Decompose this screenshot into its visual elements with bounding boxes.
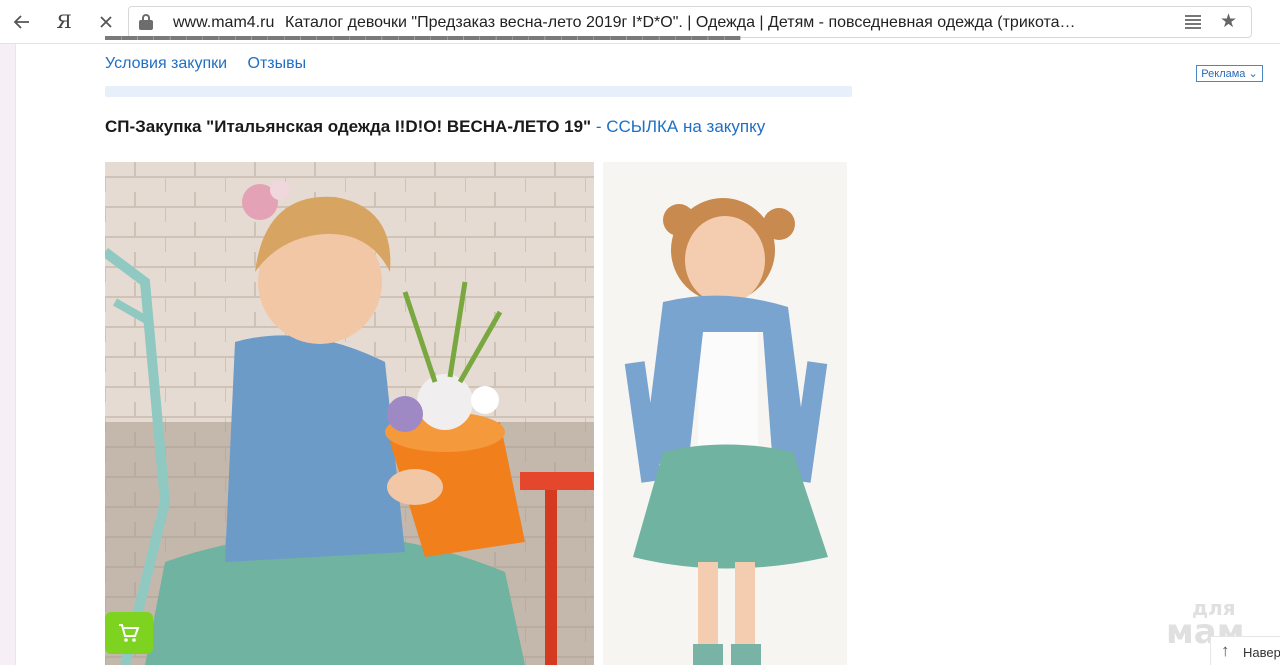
info-strip bbox=[105, 86, 852, 97]
product-photo-2[interactable] bbox=[603, 162, 847, 665]
yandex-button[interactable]: Я bbox=[50, 8, 78, 36]
star-icon[interactable]: ★ bbox=[1220, 10, 1237, 33]
back-button[interactable] bbox=[8, 8, 36, 36]
close-icon bbox=[100, 16, 112, 28]
page-title: Каталог девочки "Предзаказ весна-лето 20… bbox=[285, 14, 1085, 31]
scroll-to-top-button[interactable]: ↑ Навер bbox=[1210, 636, 1280, 665]
purchase-links: Условия закупки Отзывы bbox=[105, 55, 322, 73]
stop-button[interactable] bbox=[92, 8, 120, 36]
arrow-left-icon bbox=[13, 15, 29, 29]
girl-with-flowers-image bbox=[105, 162, 594, 665]
ad-button[interactable]: Реклама ⌄ bbox=[1196, 65, 1263, 82]
product-photo-1[interactable] bbox=[105, 162, 594, 665]
lock-icon bbox=[139, 14, 153, 30]
add-to-cart-button[interactable] bbox=[105, 612, 153, 654]
shopping-cart-icon bbox=[119, 624, 140, 642]
reader-mode-icon[interactable] bbox=[1185, 15, 1201, 29]
arrow-up-icon: ↑ bbox=[1221, 641, 1230, 660]
girl-standing-image bbox=[603, 162, 847, 665]
address-bar[interactable]: www.mam4.ru Каталог девочки "Предзаказ в… bbox=[128, 6, 1252, 38]
purchase-link[interactable]: - ССЫЛКА на закупку bbox=[596, 117, 765, 136]
purchase-headline: СП-Закупка "Итальянская одежда I!D!O! ВЕ… bbox=[105, 117, 765, 137]
terms-link[interactable]: Условия закупки bbox=[105, 55, 227, 72]
scroll-to-top-label: Навер bbox=[1243, 645, 1280, 660]
headline-text: СП-Закупка "Итальянская одежда I!D!O! ВЕ… bbox=[105, 117, 592, 136]
left-sidebar-strip bbox=[0, 44, 16, 665]
scrolled-off-text: ▬▬▬▬▬▬▬▬▬▬▬▬▬▬▬▬▬▬▬▬▬▬▬▬▬▬▬▬▬▬▬▬▬▬▬▬▬▬▬ bbox=[105, 36, 765, 46]
reviews-link[interactable]: Отзывы bbox=[248, 55, 307, 72]
url-host: www.mam4.ru bbox=[173, 14, 275, 31]
